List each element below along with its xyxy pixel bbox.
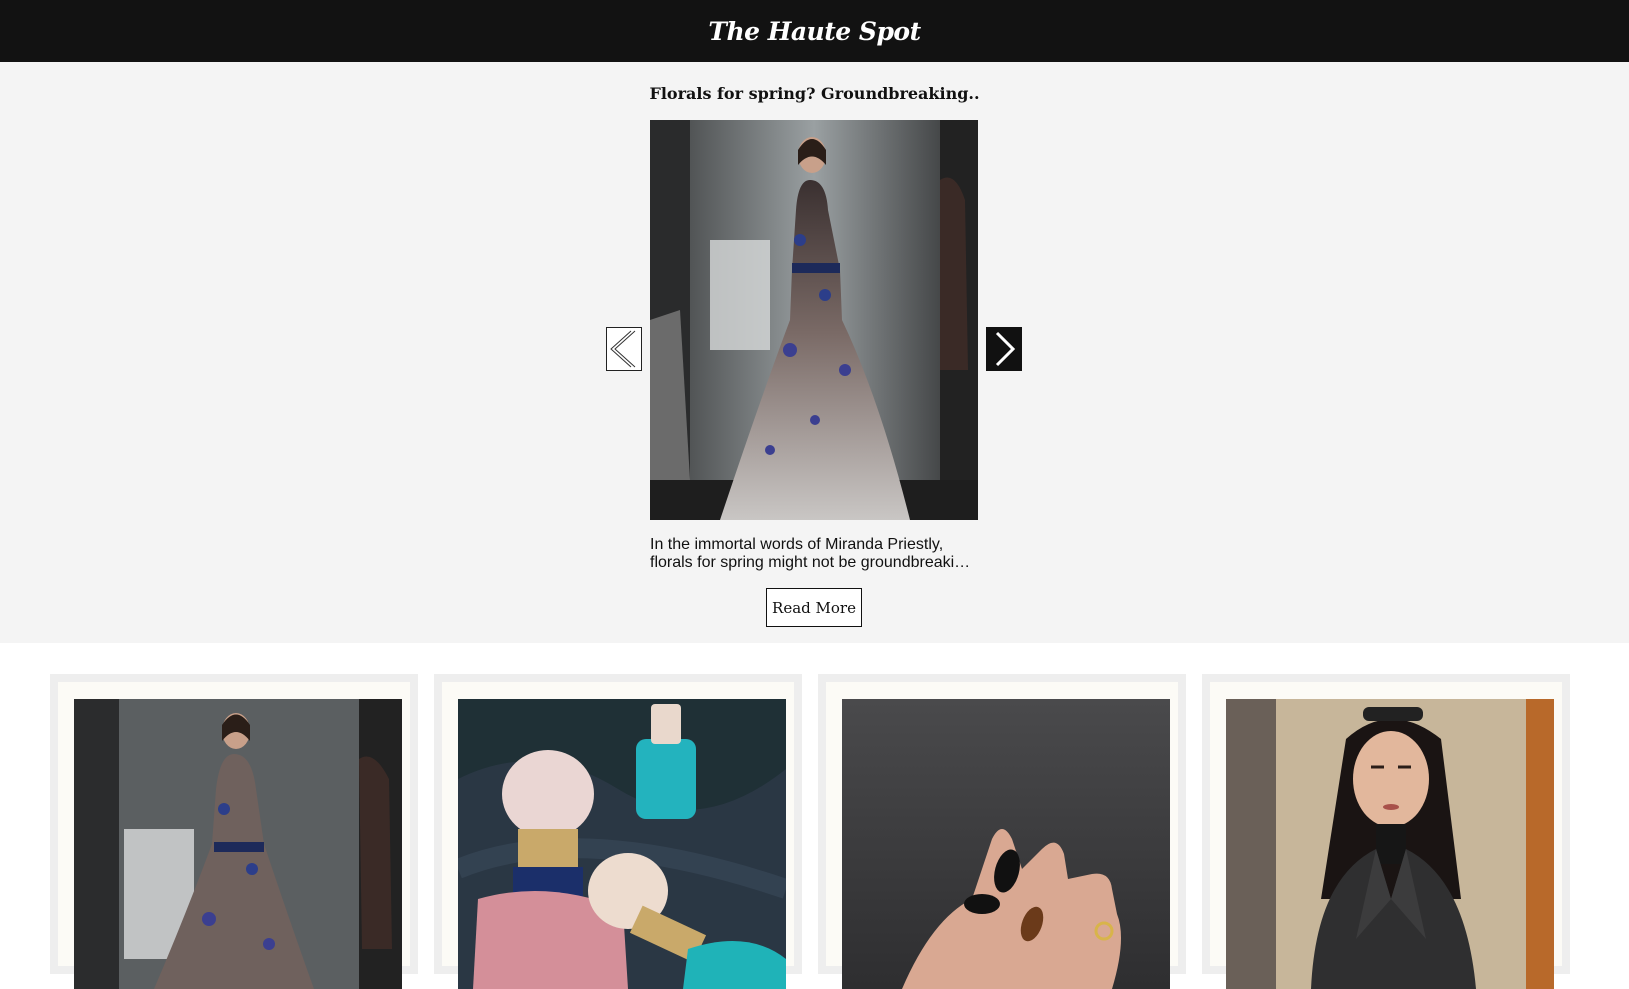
featured-excerpt-line: In the immortal words of Miranda Priestl…	[650, 536, 944, 553]
article-card[interactable]	[1202, 674, 1570, 989]
site-header: The Haute Spot	[0, 0, 1629, 62]
article-card[interactable]	[818, 674, 1186, 989]
featured-image[interactable]	[650, 120, 978, 520]
article-card-image[interactable]	[1226, 699, 1554, 989]
carousel-next-button[interactable]	[986, 327, 1022, 371]
read-more-button[interactable]: Read More	[766, 588, 862, 627]
carousel-prev-button[interactable]	[606, 327, 642, 371]
site-title[interactable]: The Haute Spot	[708, 17, 921, 46]
article-card[interactable]	[434, 674, 802, 989]
article-card-image[interactable]	[842, 699, 1170, 989]
featured-title: Florals for spring? Groundbreaking..	[649, 84, 980, 103]
article-card[interactable]	[50, 674, 418, 989]
featured-excerpt: In the immortal words of Miranda Priestl…	[650, 536, 978, 572]
chevron-right-icon	[995, 331, 1016, 367]
article-card-image[interactable]	[458, 699, 786, 989]
article-card-image[interactable]	[74, 699, 402, 989]
featured-carousel: Florals for spring? Groundbreaking.. In …	[0, 62, 1629, 643]
featured-excerpt-line: florals for spring might not be groundbr…	[650, 554, 978, 571]
chevron-left-icon	[610, 330, 636, 368]
